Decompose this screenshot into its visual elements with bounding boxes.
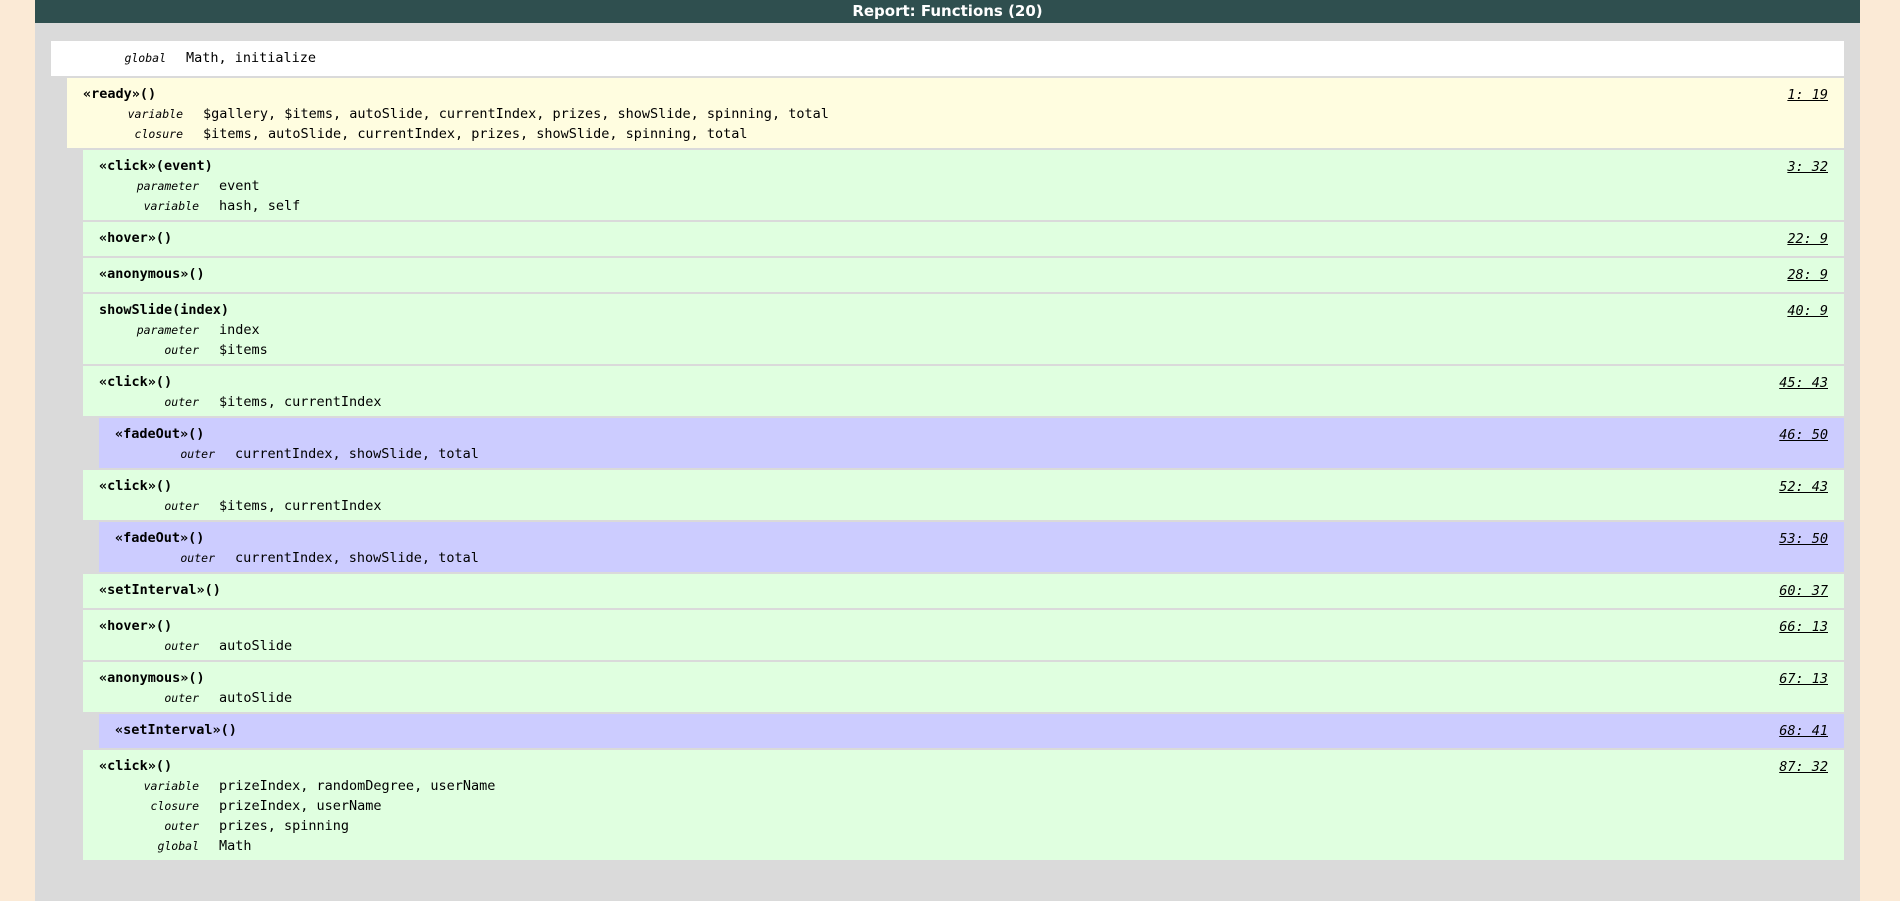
function-name: «click»() xyxy=(99,478,173,494)
row-names: index xyxy=(219,322,260,338)
function-entry: «ready»() 1: 19 variable $gallery, $items, … xyxy=(67,76,1844,148)
row-names: hash, self xyxy=(219,198,301,214)
function-name: «anonymous»() xyxy=(99,266,205,282)
scope-row: outer $items xyxy=(99,340,1844,360)
scope-row: outer currentIndex, showSlide, total xyxy=(115,444,1844,464)
function-tree: «ready»() 1: 19 variable $gallery, $items, … xyxy=(51,76,1844,860)
row-kind: variable xyxy=(127,107,183,121)
function-entry: «anonymous»() 28: 9 xyxy=(83,256,1844,292)
row-kind: outer xyxy=(180,551,215,565)
function-entry: showSlide(index) 40: 9 parameter index outer… xyxy=(83,292,1844,364)
row-names: prizes, spinning xyxy=(219,818,350,834)
function-name: «anonymous»() xyxy=(99,670,205,686)
function-name: «click»(event) xyxy=(99,158,213,174)
function-entry: «hover»() 22: 9 xyxy=(83,220,1844,256)
source-location-link[interactable]: 53: 50 xyxy=(1779,530,1828,548)
source-location-link[interactable]: 66: 13 xyxy=(1779,618,1828,636)
function-entry: «fadeOut»() 46: 50 outer currentIndex, show… xyxy=(99,416,1844,468)
scope-row: closure prizeIndex, userName xyxy=(99,796,1844,816)
scope-row: outer autoSlide xyxy=(99,688,1844,708)
function-entry: «setInterval»() 68: 41 xyxy=(99,712,1844,748)
function-name: «click»() xyxy=(99,758,173,774)
source-location-link[interactable]: 40: 9 xyxy=(1787,302,1828,320)
scope-row: outer $items, currentIndex xyxy=(99,496,1844,516)
global-scope: global Math, initialize xyxy=(51,39,1844,76)
function-name: «fadeOut»() xyxy=(115,530,205,546)
row-names: prizeIndex, randomDegree, userName xyxy=(219,778,496,794)
row-names: prizeIndex, userName xyxy=(219,798,382,814)
row-names: $items, currentIndex xyxy=(219,498,382,514)
row-names: autoSlide xyxy=(219,638,293,654)
row-kind: outer xyxy=(164,395,199,409)
scope-row: variable prizeIndex, randomDegree, userNa… xyxy=(99,776,1844,796)
source-location-link[interactable]: 1: 19 xyxy=(1787,86,1828,104)
row-kind: outer xyxy=(164,819,199,833)
function-name: «fadeOut»() xyxy=(115,426,205,442)
report-panel: Report: Functions (20) global Math, init… xyxy=(35,0,1860,901)
function-name: «hover»() xyxy=(99,618,173,634)
source-location-link[interactable]: 45: 43 xyxy=(1779,374,1828,392)
scope-row: outer autoSlide xyxy=(99,636,1844,656)
function-name: «ready»() xyxy=(83,86,157,102)
row-kind: global xyxy=(124,51,166,65)
scope-row: outer $items, currentIndex xyxy=(99,392,1844,412)
function-entry: «click»() 52: 43 outer $items, currentIndex xyxy=(83,468,1844,520)
row-kind: variable xyxy=(143,199,199,213)
function-entry: «setInterval»() 60: 37 xyxy=(83,572,1844,608)
row-names: currentIndex, showSlide, total xyxy=(235,550,479,566)
row-kind: closure xyxy=(150,799,199,813)
row-kind: parameter xyxy=(136,179,199,193)
row-kind: outer xyxy=(164,691,199,705)
row-kind: outer xyxy=(164,499,199,513)
scope-row: parameter event xyxy=(99,176,1844,196)
source-location-link[interactable]: 52: 43 xyxy=(1779,478,1828,496)
function-entry: «fadeOut»() 53: 50 outer currentIndex, show… xyxy=(99,520,1844,572)
row-kind: global xyxy=(157,839,199,853)
scope-row: variable hash, self xyxy=(99,196,1844,216)
function-list: global Math, initialize «ready»() 1: 19 va… xyxy=(51,39,1844,860)
row-kind: outer xyxy=(164,343,199,357)
function-entry: «click»() 45: 43 outer $items, currentIndex xyxy=(83,364,1844,416)
source-location-link[interactable]: 60: 37 xyxy=(1779,582,1828,600)
row-names: event xyxy=(219,178,260,194)
row-kind: parameter xyxy=(136,323,199,337)
row-names: $items, currentIndex xyxy=(219,394,382,410)
function-name: «setInterval»() xyxy=(99,582,221,598)
source-location-link[interactable]: 46: 50 xyxy=(1779,426,1828,444)
function-name: «setInterval»() xyxy=(115,722,237,738)
function-name: showSlide(index) xyxy=(99,302,230,318)
row-kind: outer xyxy=(164,639,199,653)
source-location-link[interactable]: 67: 13 xyxy=(1779,670,1828,688)
row-kind: variable xyxy=(143,779,199,793)
row-kind: closure xyxy=(134,127,183,141)
function-entry: «hover»() 66: 13 outer autoSlide xyxy=(83,608,1844,660)
source-location-link[interactable]: 87: 32 xyxy=(1779,758,1828,776)
source-location-link[interactable]: 68: 41 xyxy=(1779,722,1828,740)
function-entry: «click»() 87: 32 variable prizeIndex, rando… xyxy=(83,748,1844,860)
report-title: Report: Functions (20) xyxy=(35,0,1860,23)
scope-row: parameter index xyxy=(99,320,1844,340)
row-names: Math, initialize xyxy=(186,50,317,66)
row-names: currentIndex, showSlide, total xyxy=(235,446,479,462)
global-row: global Math, initialize xyxy=(51,48,1844,68)
function-entry: «anonymous»() 67: 13 outer autoSlide xyxy=(83,660,1844,712)
row-kind: outer xyxy=(180,447,215,461)
function-name: «click»() xyxy=(99,374,173,390)
scope-row: outer currentIndex, showSlide, total xyxy=(115,548,1844,568)
source-location-link[interactable]: 28: 9 xyxy=(1787,266,1828,284)
source-location-link[interactable]: 22: 9 xyxy=(1787,230,1828,248)
row-names: Math xyxy=(219,838,252,854)
function-entry: «click»(event) 3: 32 parameter event variabl… xyxy=(83,148,1844,220)
row-names: $items, autoSlide, currentIndex, prizes,… xyxy=(203,126,748,142)
row-names: $items xyxy=(219,342,268,358)
row-names: $gallery, $items, autoSlide, currentInde… xyxy=(203,106,829,122)
source-location-link[interactable]: 3: 32 xyxy=(1787,158,1828,176)
row-names: autoSlide xyxy=(219,690,293,706)
scope-row: outer prizes, spinning xyxy=(99,816,1844,836)
scope-row: closure $items, autoSlide, currentIndex, … xyxy=(83,124,1844,144)
function-name: «hover»() xyxy=(99,230,173,246)
scope-row: global Math xyxy=(99,836,1844,856)
scope-row: variable $gallery, $items, autoSlide, cur… xyxy=(83,104,1844,124)
